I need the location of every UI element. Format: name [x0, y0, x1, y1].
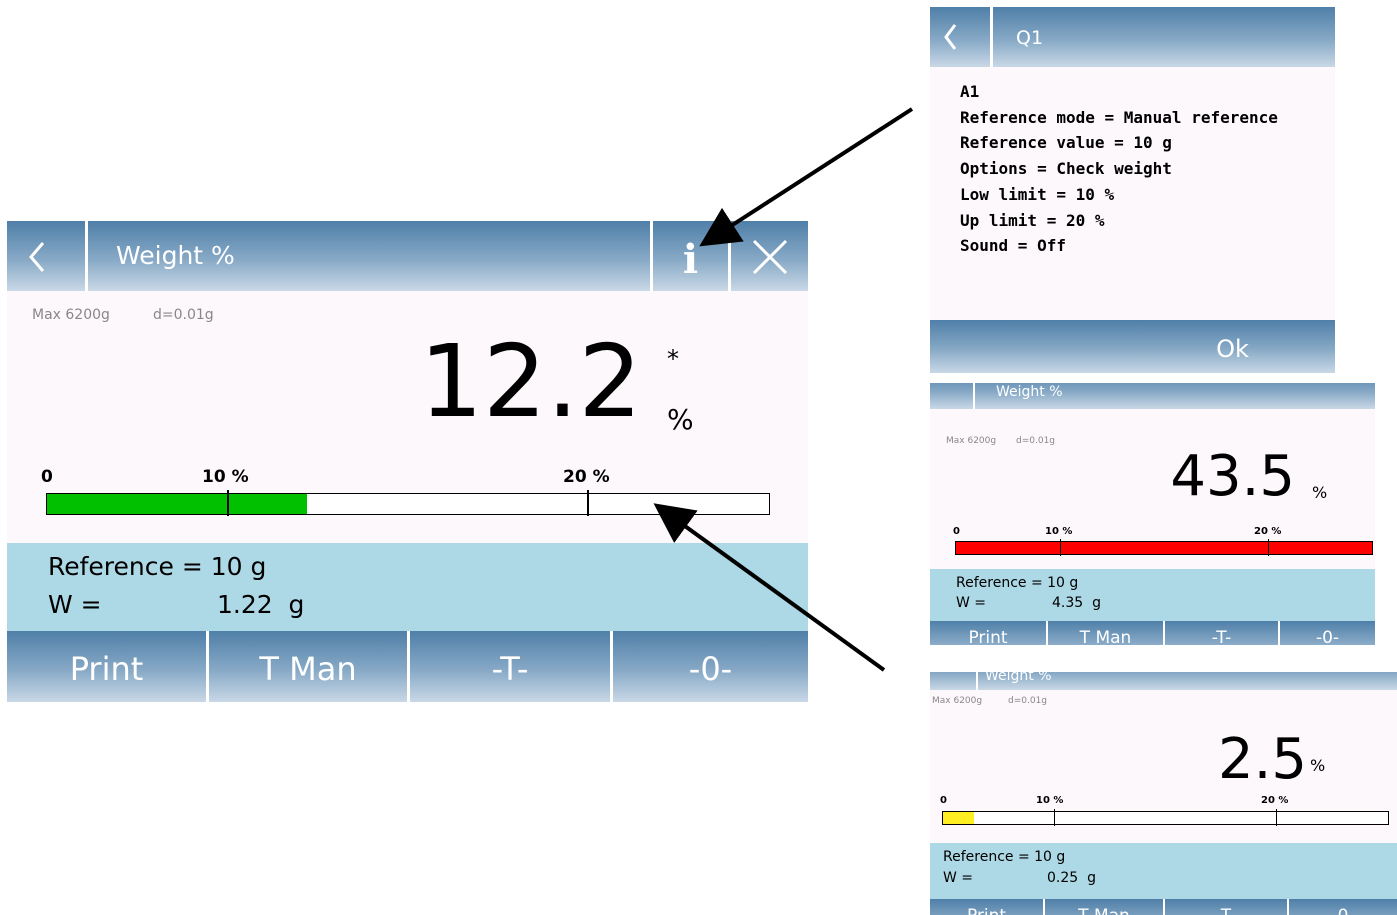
arrow-to-bar: [653, 503, 886, 672]
callout-arrows: [653, 107, 914, 672]
arrow-to-info-button: [699, 107, 914, 247]
